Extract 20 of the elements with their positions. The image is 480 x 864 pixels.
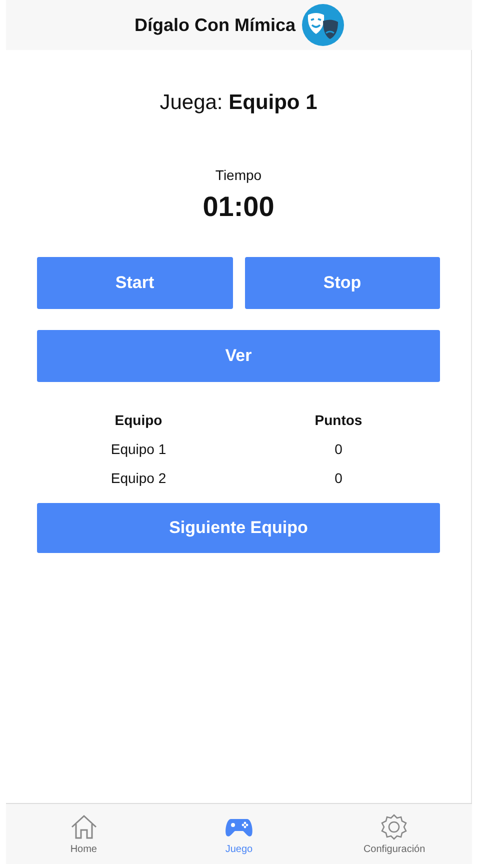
tab[interactable]: Home <box>6 804 162 864</box>
next-team-button[interactable]: Siguiente Equipo <box>37 503 440 553</box>
tab[interactable]: Juego <box>161 804 317 864</box>
view-button[interactable]: Ver <box>37 330 440 382</box>
turn-label: Juega: Equipo 1 <box>160 91 318 115</box>
table-cell: Equipo 1 <box>110 441 166 457</box>
theater-masks-icon <box>302 4 344 46</box>
table-cell: 0 <box>334 470 342 486</box>
column-header: Puntos <box>314 412 362 428</box>
table-cell: 0 <box>334 441 342 457</box>
timer-value: 01:00 <box>202 191 274 223</box>
column-header: Equipo <box>114 412 162 428</box>
timer-button[interactable]: Start <box>37 257 232 309</box>
settings-icon <box>379 814 410 840</box>
timer-label: Tiempo <box>215 167 262 183</box>
app-title: Dígalo Con Mímica <box>134 14 296 36</box>
tab[interactable]: Configuración <box>316 804 472 864</box>
table-cell: Equipo 2 <box>110 470 166 486</box>
timer-button[interactable]: Stop <box>244 257 440 309</box>
home-icon <box>68 814 99 840</box>
